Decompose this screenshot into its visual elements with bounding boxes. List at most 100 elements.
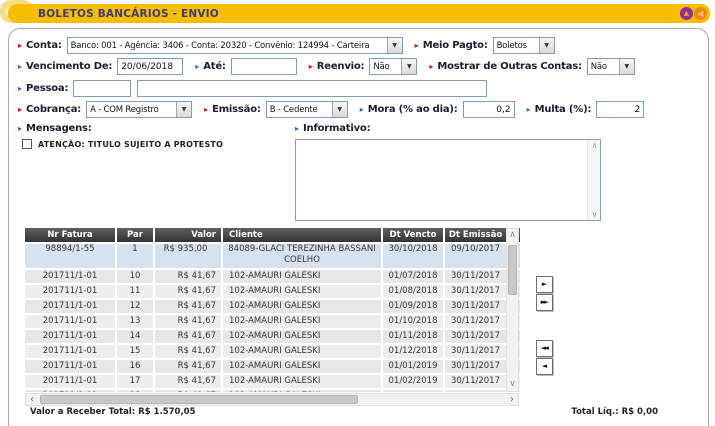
table-cell: 201711/1-01	[25, 375, 115, 388]
protesto-checkbox[interactable]	[22, 139, 32, 149]
cobranca-select-value: A - COM Registro	[87, 105, 176, 115]
required-arrow-icon: ▸	[204, 105, 208, 115]
column-header: Nr Fatura	[25, 228, 115, 242]
conta-select-value: Banco: 001 - Agência: 3406 - Conta: 2032…	[68, 41, 387, 51]
table-cell	[383, 390, 443, 392]
scroll-up-icon[interactable]: ▲	[680, 7, 693, 20]
table-cell: 01/07/2018	[383, 270, 443, 283]
table-row[interactable]: 201711/1-0116R$ 41,67102-AMAURI GALESKI0…	[25, 360, 520, 373]
table-cell: 201711/1-01	[25, 285, 115, 298]
table-row[interactable]: 201711/1-0113R$ 41,67102-AMAURI GALESKI0…	[25, 315, 520, 328]
scroll-right-icon[interactable]: ›	[510, 394, 514, 405]
emissao-select[interactable]: B - Cedente ▼	[266, 101, 348, 118]
table-cell: 30/11/2017	[445, 375, 506, 388]
grid-header: Nr FaturaParValorClienteDt VenctoDt Emis…	[25, 228, 520, 242]
table-cell: 201711/1-01	[25, 345, 115, 358]
vencimento-de-input[interactable]	[117, 58, 183, 75]
form-row-pessoa: ▸ Pessoa:	[18, 80, 487, 97]
horizontal-scroll-thumb[interactable]	[40, 395, 358, 404]
chevron-down-icon: ▼	[539, 38, 554, 53]
field-arrow-icon: ▸	[18, 124, 22, 134]
table-cell: 102-AMAURI GALESKI	[223, 360, 381, 373]
field-arrow-icon: ▸	[18, 62, 22, 72]
table-row[interactable]: 201711/1-0110R$ 41,67102-AMAURI GALESKI0…	[25, 270, 520, 283]
table-row[interactable]: 201711/1-0118R$ 41,67102-AMAURI GALESKI	[25, 390, 520, 392]
mensagens-label: Mensagens:	[26, 123, 92, 134]
table-row[interactable]: 201711/1-0115R$ 41,67102-AMAURI GALESKI0…	[25, 345, 520, 358]
grid-body: 98894/1-551R$ 935,0084089-GLACI TEREZINH…	[25, 244, 520, 392]
required-arrow-icon: ▸	[18, 105, 22, 115]
chevron-down-icon: ▼	[401, 59, 416, 74]
conta-label: Conta:	[26, 40, 62, 51]
emissao-label: Emissão:	[212, 104, 261, 115]
vertical-scroll-thumb[interactable]	[508, 245, 517, 295]
table-cell: 201711/1-01	[25, 300, 115, 313]
table-cell: R$ 41,67	[155, 360, 221, 373]
reenvio-select[interactable]: Não ▼	[369, 58, 417, 75]
table-cell: R$ 935,00	[155, 244, 221, 268]
grid-vertical-scrollbar[interactable]: ∧ ∨	[506, 228, 519, 392]
table-cell: 102-AMAURI GALESKI	[223, 375, 381, 388]
field-arrow-icon: ▸	[527, 105, 531, 115]
table-cell: 30/11/2017	[445, 315, 506, 328]
table-cell: 102-AMAURI GALESKI	[223, 390, 381, 392]
table-cell: 201711/1-01	[25, 330, 115, 343]
conta-select[interactable]: Banco: 001 - Agência: 3406 - Conta: 2032…	[67, 37, 403, 54]
grid-horizontal-scrollbar[interactable]: ‹ ›	[25, 393, 519, 406]
table-row[interactable]: 201711/1-0114R$ 41,67102-AMAURI GALESKI0…	[25, 330, 520, 343]
table-row[interactable]: 201711/1-0111R$ 41,67102-AMAURI GALESKI0…	[25, 285, 520, 298]
meio-pagto-select[interactable]: Boletos ▼	[493, 37, 555, 54]
table-cell: 16	[117, 360, 153, 373]
mensagens-label-row: ▸ Mensagens:	[18, 123, 97, 134]
scroll-down-icon[interactable]: ∨	[588, 210, 601, 219]
next-record-button[interactable]: ►	[536, 276, 553, 293]
pessoa-label: Pessoa:	[26, 83, 68, 94]
multa-input[interactable]	[596, 101, 644, 118]
previous-record-button[interactable]: ◄	[536, 358, 553, 375]
mora-label: Mora (% ao dia):	[368, 104, 458, 115]
chevron-down-icon: ▼	[619, 59, 634, 74]
table-cell: 13	[117, 315, 153, 328]
table-cell: 30/11/2017	[445, 345, 506, 358]
table-cell: 98894/1-55	[25, 244, 115, 268]
table-cell: 01/11/2018	[383, 330, 443, 343]
table-cell: 30/11/2017	[445, 300, 506, 313]
pessoa-code-input[interactable]	[73, 80, 131, 97]
mostrar-outras-contas-select-value: Não	[588, 62, 619, 72]
table-cell: 11	[117, 285, 153, 298]
scroll-left-icon[interactable]: ‹	[30, 394, 34, 405]
required-arrow-icon: ▸	[429, 62, 433, 72]
scroll-down-icon[interactable]: ∨	[507, 379, 518, 389]
scroll-up-icon[interactable]: ∧	[507, 230, 518, 240]
mostrar-outras-contas-select[interactable]: Não ▼	[587, 58, 635, 75]
table-cell: 09/10/2017	[445, 244, 506, 268]
textarea-scrollbar[interactable]: ∧ ∨	[587, 140, 600, 220]
pessoa-name-input[interactable]	[137, 80, 487, 97]
scroll-up-icon[interactable]: ∧	[588, 141, 601, 150]
chevron-down-icon: ▼	[332, 102, 347, 117]
mostrar-outras-contas-label: Mostrar de Outras Contas:	[437, 61, 581, 72]
table-row[interactable]: 201711/1-0117R$ 41,67102-AMAURI GALESKI0…	[25, 375, 520, 388]
informativo-textarea[interactable]: ∧ ∨	[295, 139, 601, 221]
last-record-button[interactable]: ►►	[536, 294, 553, 311]
cobranca-select[interactable]: A - COM Registro ▼	[86, 101, 192, 118]
boletos-grid: Nr FaturaParValorClienteDt VenctoDt Emis…	[25, 228, 520, 392]
protesto-checkbox-row[interactable]: ATENÇÃO: TITULO SUJEITO A PROTESTO	[22, 139, 223, 149]
ate-label: Até:	[203, 61, 226, 72]
reenvio-label: Reenvio:	[317, 61, 365, 72]
field-arrow-icon: ▸	[295, 124, 299, 134]
column-header: Valor	[155, 228, 221, 242]
table-row[interactable]: 98894/1-551R$ 935,0084089-GLACI TEREZINH…	[25, 244, 520, 268]
table-cell: 01/12/2018	[383, 345, 443, 358]
table-cell: 10	[117, 270, 153, 283]
ate-input[interactable]	[231, 58, 297, 75]
back-icon[interactable]: ◀	[694, 7, 707, 20]
table-row[interactable]: 201711/1-0112R$ 41,67102-AMAURI GALESKI0…	[25, 300, 520, 313]
meio-pagto-select-value: Boletos	[494, 41, 539, 51]
table-cell	[445, 390, 506, 392]
total-liquido: Total Líq.: R$ 0,00	[571, 407, 658, 417]
mora-input[interactable]	[463, 101, 515, 118]
table-cell: 84089-GLACI TEREZINHA BASSANI COELHO	[223, 244, 381, 268]
first-record-button[interactable]: ◄◄	[536, 340, 553, 357]
valor-receber-total: Valor a Receber Total: R$ 1.570,05	[30, 407, 196, 417]
